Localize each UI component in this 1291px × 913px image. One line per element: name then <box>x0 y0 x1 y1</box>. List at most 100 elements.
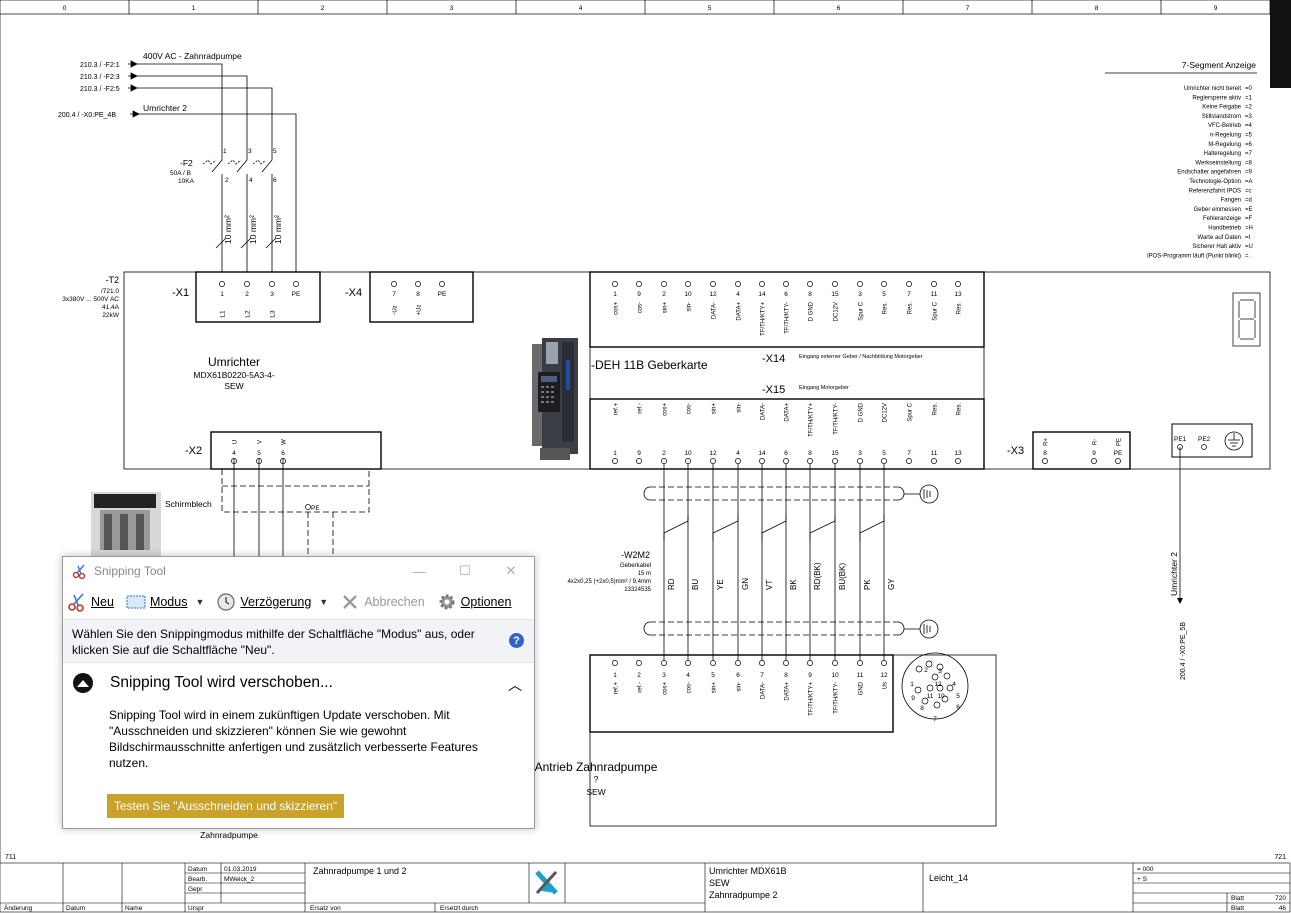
segment-code-value: =d <box>1245 198 1252 204</box>
segment-legend: Umrichter nicht bereit =0 Reglersperre akt… <box>1147 86 1253 259</box>
pin-number: 3 <box>858 450 862 457</box>
plug-pin-number: 11 <box>927 693 934 700</box>
pin-number: 11 <box>931 291 938 298</box>
terminal-pin <box>661 458 667 464</box>
pin-number: PE <box>438 291 447 298</box>
options-button[interactable]: Optionen <box>437 592 511 612</box>
pin-number: 14 <box>758 291 766 298</box>
terminal-pin <box>857 281 863 287</box>
pin-label: DATA- <box>761 682 767 699</box>
collapse-chevron-icon[interactable]: ︿ <box>508 675 522 695</box>
wire-color-label: GN <box>741 578 750 590</box>
pin-label: DC12V <box>834 302 840 321</box>
pin-number: 3 <box>858 291 862 298</box>
x1-label: -X1 <box>172 287 189 299</box>
terminal-pin <box>612 660 618 666</box>
maximize-button[interactable]: ☐ <box>442 557 488 585</box>
segment-code-value: =0 <box>1245 86 1253 92</box>
segment-code-desc: Technologie-Option <box>1189 179 1241 185</box>
converter-title: Umrichter <box>208 355 260 369</box>
pin-label: ref.+ <box>614 682 620 695</box>
converter-model: MDX61B0220-5A3-4- <box>193 370 274 380</box>
terminal-pin <box>661 660 667 666</box>
close-button[interactable]: ✕ <box>488 557 534 585</box>
terminal-pin <box>857 458 863 464</box>
snip-sketch-icon <box>73 673 93 693</box>
pin-label: Res. <box>957 403 963 416</box>
delay-button[interactable]: Verzögerung ▼ <box>216 592 328 612</box>
pin-label: TF/TH/KTY+ <box>809 403 815 437</box>
new-button[interactable]: Neu <box>67 592 114 612</box>
deh-card <box>589 346 985 400</box>
pin-label: sin+ <box>663 302 669 314</box>
motor-connector <box>589 654 894 733</box>
title-bar[interactable]: Snipping Tool — ☐ ✕ <box>63 557 534 585</box>
pin-label: Res. <box>933 403 939 416</box>
delay-dropdown-icon: ▼ <box>319 597 329 607</box>
power-feeds: 210.3 / -F2:1 210.3 / -F2:3 210.3 / -F2:… <box>58 51 297 272</box>
plug-pin-number: 9 <box>911 695 915 702</box>
ruler-col-5: 5 <box>708 5 712 12</box>
pin-label: DATA+ <box>737 302 743 321</box>
x4-label: -X4 <box>345 287 362 299</box>
segment-code-value: =9 <box>1245 170 1253 176</box>
terminal-pin <box>906 281 912 287</box>
x2-label: -X2 <box>185 445 202 457</box>
plug-pin-number: 3 <box>938 668 942 675</box>
minimize-button[interactable]: — <box>396 557 442 585</box>
mode-button[interactable]: Modus ▼ <box>126 592 204 612</box>
segment-code-desc: n-Regelung <box>1210 133 1241 139</box>
segment-code-value: =8 <box>1245 160 1253 166</box>
pin-number: 6 <box>281 450 285 457</box>
pin-number: 15 <box>831 450 839 457</box>
terminal-pin <box>931 458 937 464</box>
terminal-pin <box>1115 458 1121 464</box>
pin-number: 8 <box>808 291 812 298</box>
pin-label: ref.- <box>638 682 644 693</box>
terminal-pin <box>783 281 789 287</box>
terminal-pin <box>857 660 863 666</box>
wire-color-label: GY <box>887 578 896 590</box>
svg-text:Name: Name <box>125 905 143 912</box>
help-icon[interactable]: ? <box>509 633 524 648</box>
segment-code-desc: M-Regelung <box>1208 142 1241 148</box>
svg-text:Blatt: Blatt <box>1231 895 1244 902</box>
plug-pin <box>914 686 922 694</box>
cancel-button[interactable]: Abbrechen <box>340 592 425 612</box>
plug-pin-number: 6 <box>956 704 960 711</box>
shield-plate-label: Schirmblech <box>165 499 212 509</box>
segment-code-desc: Reglersperre aktiv <box>1192 95 1241 101</box>
plug-pin-number: 1 <box>910 681 914 688</box>
pin-number: 6 <box>736 672 740 679</box>
svg-text:22kW: 22kW <box>102 312 119 319</box>
plug-pin-number: 7 <box>933 716 937 723</box>
converter-photo <box>532 338 578 460</box>
shield-ground-icon-bottom <box>919 619 939 639</box>
svg-text:Datum: Datum <box>188 866 207 873</box>
pin-label: cos+ <box>663 403 669 416</box>
wire-color-label: RD(BK) <box>813 562 822 590</box>
pin-label: Spur C <box>908 402 914 421</box>
terminal-pin <box>955 458 961 464</box>
segment-code-value: =H <box>1245 226 1253 232</box>
pin-label: Res. <box>908 302 914 315</box>
pin-number: 4 <box>736 450 740 457</box>
pin-label: D GND <box>809 301 815 321</box>
segment-code-desc: Stillstandstrom <box>1202 114 1241 120</box>
try-snip-sketch-button[interactable]: Testen Sie "Ausschneiden und skizzieren" <box>107 794 344 818</box>
segment-code-value: =U <box>1245 244 1253 250</box>
pin-label: +Uz <box>417 305 423 316</box>
terminal-pin <box>636 458 642 464</box>
pin-number: 6 <box>784 291 788 298</box>
segment-code-value: =7 <box>1245 151 1253 157</box>
pin-label: DATA+ <box>785 403 791 422</box>
pin-label: U <box>233 440 239 444</box>
svg-text:Geberkabel: Geberkabel <box>620 563 651 569</box>
segment-code-desc: Halteregelung <box>1204 151 1241 157</box>
clock-icon <box>216 592 236 612</box>
plug-pin <box>931 673 939 681</box>
pin-label: GND <box>859 681 865 695</box>
terminal-pin <box>1091 458 1097 464</box>
cable-size-3: 10 mm² <box>273 215 283 244</box>
terminal-pin <box>636 281 642 287</box>
